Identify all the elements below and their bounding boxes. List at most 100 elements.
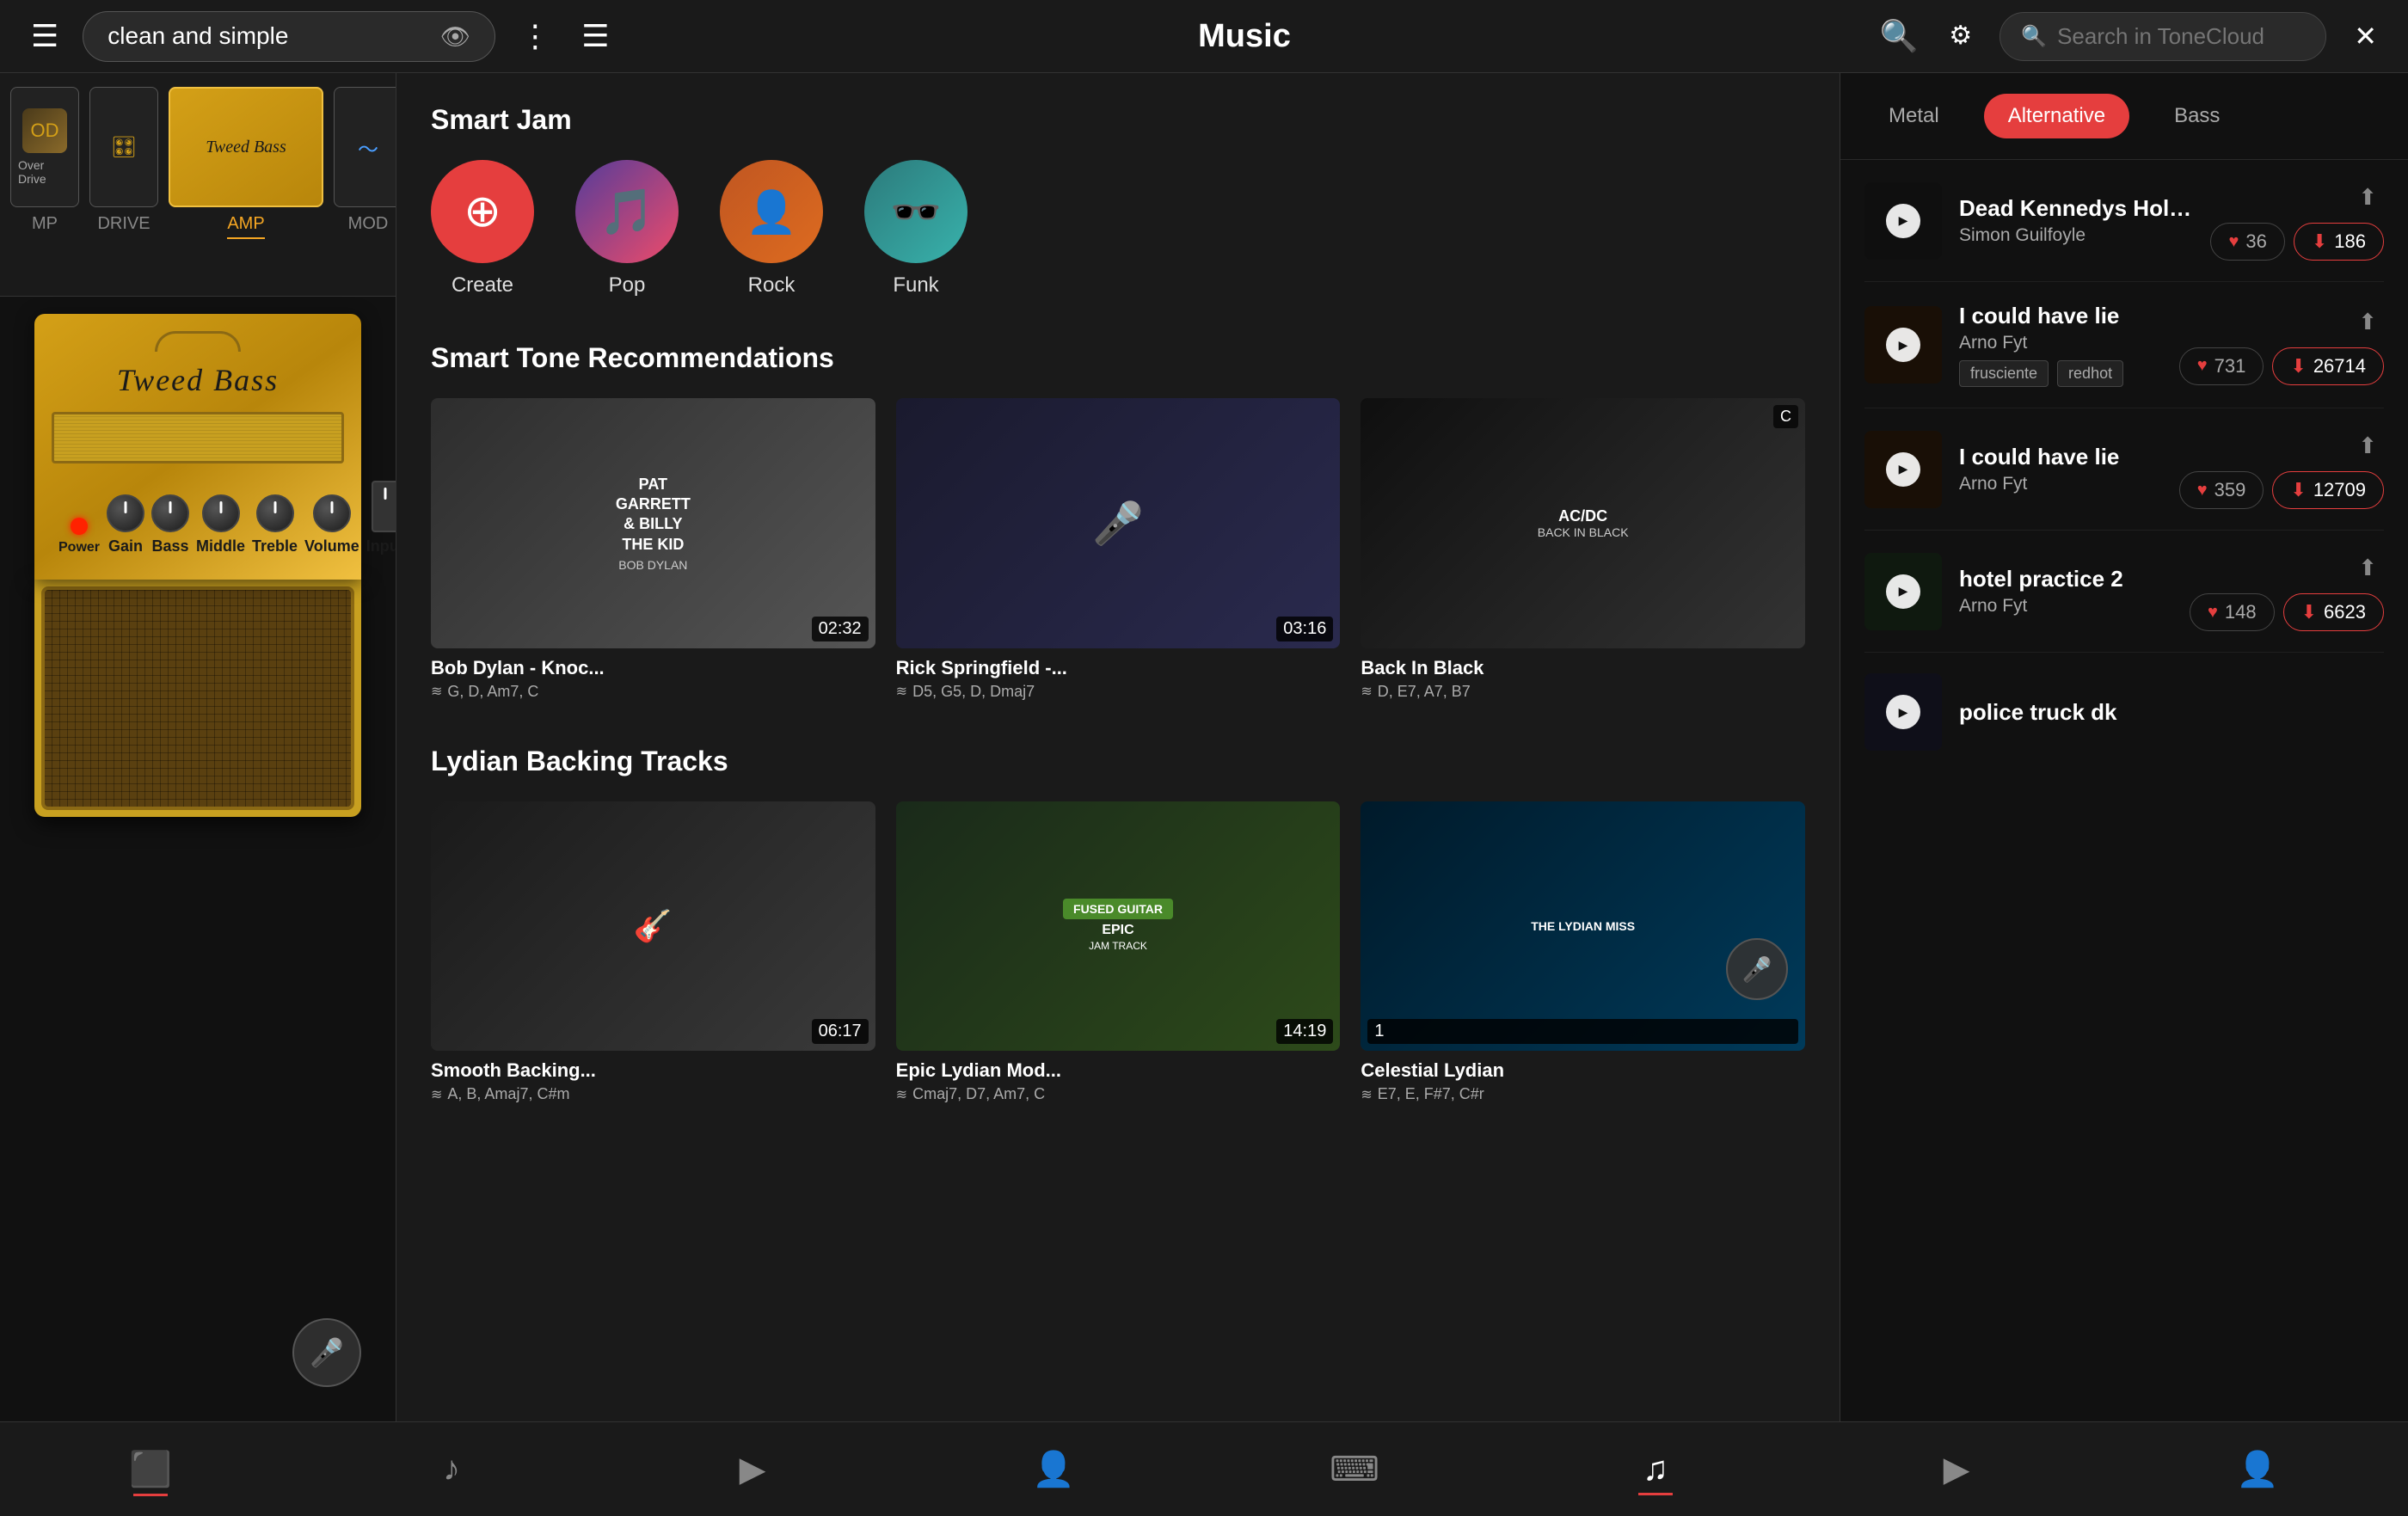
more-options-button[interactable]: ⋮ [513,14,557,58]
tone-item-4[interactable]: ▶ hotel practice 2 Arno Fyt ⬆ ♥ 148 [1864,531,2384,653]
action-row-4: ♥ 148 ⬇ 6623 [2190,593,2384,631]
search-input[interactable]: clean and simple [108,22,429,50]
tone-author-2: Arno Fyt [1959,333,2162,353]
tone-item-3[interactable]: ▶ I could have lie Arno Fyt ⬆ ♥ 359 [1864,408,2384,531]
nav-item-profile-left[interactable]: 👤 [903,1449,1204,1489]
nav-item-music-left[interactable]: ♪ [301,1450,602,1488]
tone-tags-2: frusciente redhot [1959,360,2162,387]
nav-item-pedalboard-left[interactable]: ⬛ [0,1449,301,1489]
download-button-3[interactable]: ⬇ 12709 [2272,471,2384,509]
jam-item-funk[interactable]: 🕶️ Funk [864,160,968,298]
nav-item-keyboard[interactable]: ⌨ [1204,1450,1505,1489]
pedal-tab-mod[interactable]: MOD [348,214,389,234]
video-thumb-acdc: AC/DC BACK IN BLACK C [1361,398,1805,648]
filter-button[interactable]: ⚙ [1942,16,1979,56]
share-button-4[interactable]: ⬆ [2351,551,2384,585]
play-overlay-2: ▶ [1864,306,1942,384]
bass-label: Bass [152,537,189,555]
jam-item-rock[interactable]: 👤 Rock [720,160,823,298]
main-content: OD Over Drive MP 🎛 DRIVE Tweed Bass [0,73,2408,1421]
action-row-3: ♥ 359 ⬇ 12709 [2179,471,2384,509]
download-button-1[interactable]: ⬇ 186 [2294,223,2384,261]
download-icon-4: ⬇ [2301,601,2317,623]
video-chords-celestial: ≋ E7, E, F#7, C#r [1361,1085,1805,1103]
download-icon-2: ⬇ [2290,355,2306,377]
pedal-tab-drive[interactable]: DRIVE [97,214,150,234]
tone-item-2[interactable]: ▶ I could have lie Arno Fyt frusciente r… [1864,282,2384,408]
mic-button[interactable]: 🎤 [292,1318,361,1387]
gain-knob[interactable]: Gain [107,494,144,555]
video-duration-epic: 14:19 [1276,1019,1333,1044]
video-card-dylan[interactable]: PATGARRETT& BILLYTHE KID BOB DYLAN 02:32… [431,398,875,701]
download-button-4[interactable]: ⬇ 6623 [2283,593,2384,631]
download-count-3: 12709 [2313,479,2366,501]
filter-tab-alternative[interactable]: Alternative [1984,94,2129,138]
video-title-acdc: Back In Black [1361,657,1805,679]
chord-icon: ≋ [431,683,442,700]
bass-knob[interactable]: Bass [151,494,189,555]
video-card-rick[interactable]: 🎤 03:16 Rick Springfield -... ≋ D5, G5, … [896,398,1341,701]
like-button-2[interactable]: ♥ 731 [2179,347,2264,385]
share-button-1[interactable]: ⬆ [2351,181,2384,214]
tone-actions-4: ⬆ ♥ 148 ⬇ 6623 [2190,551,2384,631]
nav-item-video-right[interactable]: ▶ [1806,1450,2107,1489]
middle-knob[interactable]: Middle [196,494,245,555]
filter-tab-metal[interactable]: Metal [1864,94,1963,138]
pedal-tab-mp[interactable]: MP [32,214,58,234]
menu-button[interactable]: ☰ [24,14,65,58]
chord-icon-4: ≋ [431,1086,442,1103]
smart-jam-section: Smart Jam ⊕ Create 🎵 Pop 👤 [431,104,1805,298]
music-icon-center: ♫ [1643,1450,1668,1488]
jam-label-funk: Funk [893,273,938,298]
video-card-epic[interactable]: FUSED GUITAR EPICJAM TRACK 14:19 Epic Ly… [896,801,1341,1104]
video-card-acdc[interactable]: AC/DC BACK IN BLACK C Back In Black ≋ D,… [1361,398,1805,701]
middle-label: Middle [196,537,245,555]
play-button-5[interactable]: ▶ [1886,695,1920,729]
video-thumb-epic: FUSED GUITAR EPICJAM TRACK 14:19 [896,801,1341,1052]
pedal-tab-amp[interactable]: AMP [227,214,264,239]
nav-item-profile-right[interactable]: 👤 [2107,1449,2408,1489]
like-button-4[interactable]: ♥ 148 [2190,593,2275,631]
jam-item-create[interactable]: ⊕ Create [431,160,534,298]
like-button-3[interactable]: ♥ 359 [2179,471,2264,509]
filter-tab-bass[interactable]: Bass [2150,94,2244,138]
tone-info-5: police truck dk [1959,699,2384,726]
power-switch[interactable]: Power [58,518,100,555]
tonecloud-search-input[interactable] [2057,23,2305,50]
lydian-title: Lydian Backing Tracks [431,746,1805,777]
right-panel: Metal Alternative Bass ▶ Dead Kennedys H… [1840,73,2408,1421]
nav-item-video-left[interactable]: ▶ [602,1450,903,1489]
play-button-2[interactable]: ▶ [1886,328,1920,362]
volume-knob[interactable]: Volume [304,494,359,555]
heart-icon-3: ♥ [2197,481,2208,500]
mic-overlay-button[interactable]: 🎤 [1726,938,1788,1000]
share-button-3[interactable]: ⬆ [2351,429,2384,463]
video-duration-smooth: 06:17 [812,1019,869,1044]
treble-knob[interactable]: Treble [252,494,298,555]
play-button-3[interactable]: ▶ [1886,452,1920,487]
nav-item-music-center[interactable]: ♫ [1505,1450,1806,1488]
amp-display: Tweed Bass Power Gain Bass [0,297,396,1421]
video-card-celestial[interactable]: THE LYDIAN MISS 1 Celestial Lydian ≋ E7,… [1361,801,1805,1104]
video-card-smooth[interactable]: 🎸 06:17 Smooth Backing... ≋ A, B, Amaj7,… [431,801,875,1104]
download-button-2[interactable]: ⬇ 26714 [2272,347,2384,385]
tone-info-4: hotel practice 2 Arno Fyt [1959,566,2172,617]
jam-item-pop[interactable]: 🎵 Pop [575,160,679,298]
search-button[interactable]: 🔍 [1872,14,1925,58]
tone-item-1[interactable]: ▶ Dead Kennedys Holiday in Ca... Simon G… [1864,160,2384,282]
like-count-2: 731 [2214,355,2246,377]
list-icon-button[interactable]: ☰ [574,14,616,58]
pedalboard-icon: ⬛ [129,1449,172,1489]
video-thumb-dylan: PATGARRETT& BILLYTHE KID BOB DYLAN 02:32 [431,398,875,648]
close-button[interactable]: ✕ [2347,15,2384,57]
share-button-2[interactable]: ⬆ [2351,305,2384,339]
play-button-4[interactable]: ▶ [1886,574,1920,609]
video-title-dylan: Bob Dylan - Knoc... [431,657,875,679]
music-icon-left: ♪ [443,1450,460,1488]
download-count-4: 6623 [2324,601,2366,623]
treble-label: Treble [252,537,298,555]
gain-label: Gain [108,537,143,555]
tone-tag-redhot: redhot [2057,360,2123,387]
like-button-1[interactable]: ♥ 36 [2210,223,2284,261]
tone-item-5[interactable]: ▶ police truck dk [1864,653,2384,771]
